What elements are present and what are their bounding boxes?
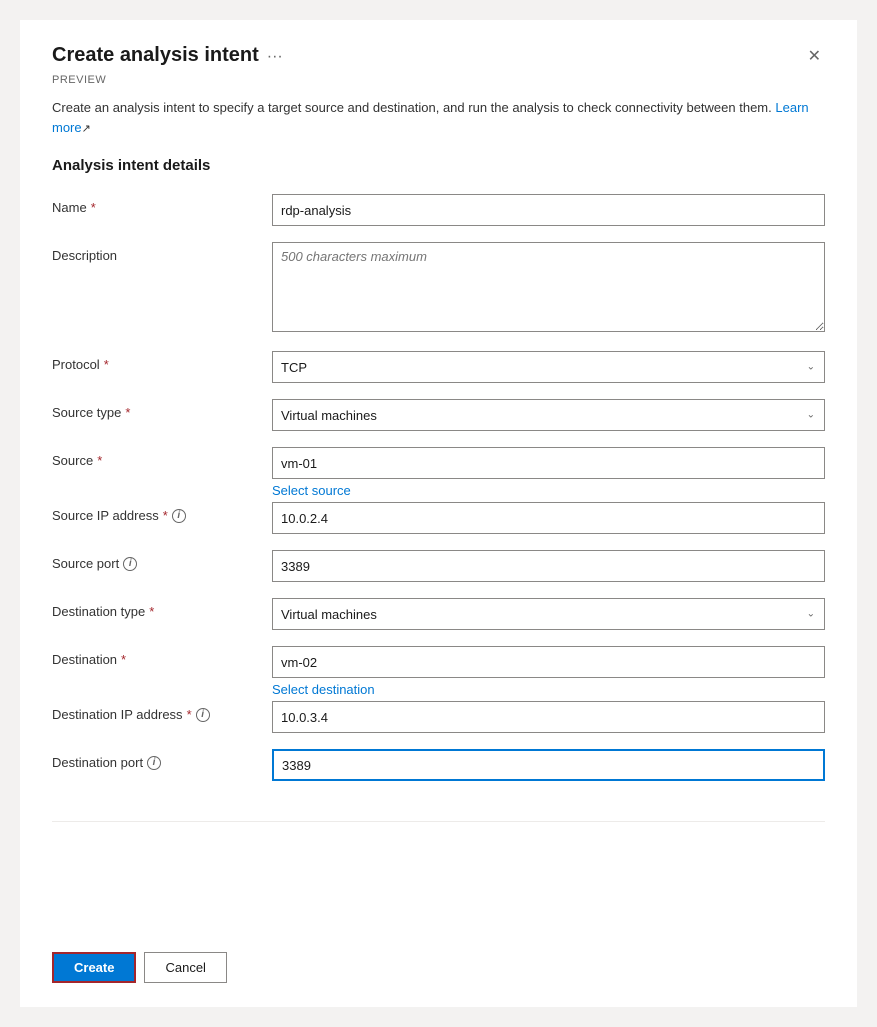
source-ip-info-icon[interactable]: i xyxy=(172,509,186,523)
destination-ip-required: * xyxy=(187,707,192,722)
select-source-link[interactable]: Select source xyxy=(272,483,351,498)
destination-type-select-wrap: Virtual machines Subnet IP address ⌄ xyxy=(272,598,825,630)
name-row: Name * xyxy=(52,194,825,226)
name-required: * xyxy=(91,200,96,215)
destination-port-label: Destination port i xyxy=(52,749,272,770)
external-link-icon: ↗ xyxy=(82,123,91,135)
close-button[interactable]: ✕ xyxy=(804,42,825,70)
name-input[interactable] xyxy=(272,194,825,226)
destination-port-input[interactable] xyxy=(272,749,825,781)
destination-ip-info-icon[interactable]: i xyxy=(196,708,210,722)
destination-label: Destination * xyxy=(52,646,272,667)
name-label: Name * xyxy=(52,194,272,215)
protocol-label: Protocol * xyxy=(52,351,272,372)
protocol-select-wrap: TCP UDP Any ⌄ xyxy=(272,351,825,383)
destination-required: * xyxy=(121,652,126,667)
footer-divider xyxy=(52,821,825,822)
source-type-select-wrap: Virtual machines Subnet IP address ⌄ xyxy=(272,399,825,431)
destination-port-info-icon[interactable]: i xyxy=(147,756,161,770)
source-ip-control-wrap xyxy=(272,502,825,534)
protocol-required: * xyxy=(104,357,109,372)
destination-port-control-wrap xyxy=(272,749,825,781)
source-port-row: Source port i xyxy=(52,550,825,582)
create-analysis-intent-panel: Create analysis intent ··· ✕ PREVIEW Cre… xyxy=(20,20,857,1007)
destination-type-control-wrap: Virtual machines Subnet IP address ⌄ xyxy=(272,598,825,630)
source-input[interactable] xyxy=(272,447,825,479)
create-button[interactable]: Create xyxy=(52,952,136,983)
destination-type-required: * xyxy=(149,604,154,619)
source-required: * xyxy=(97,453,102,468)
source-row: Source * Select source xyxy=(52,447,825,498)
protocol-row: Protocol * TCP UDP Any ⌄ xyxy=(52,351,825,383)
close-icon: ✕ xyxy=(808,48,821,65)
source-port-input[interactable] xyxy=(272,550,825,582)
cancel-button[interactable]: Cancel xyxy=(144,952,226,983)
panel-description: Create an analysis intent to specify a t… xyxy=(52,98,825,137)
source-ip-row: Source IP address * i xyxy=(52,502,825,534)
destination-control-wrap: Select destination xyxy=(272,646,825,697)
source-type-row: Source type * Virtual machines Subnet IP… xyxy=(52,399,825,431)
destination-port-row: Destination port i xyxy=(52,749,825,781)
preview-label: PREVIEW xyxy=(52,74,825,86)
section-title: Analysis intent details xyxy=(52,157,825,174)
destination-type-label: Destination type * xyxy=(52,598,272,619)
protocol-control-wrap: TCP UDP Any ⌄ xyxy=(272,351,825,383)
description-label: Description xyxy=(52,242,272,263)
source-type-select[interactable]: Virtual machines Subnet IP address xyxy=(272,399,825,431)
source-label: Source * xyxy=(52,447,272,468)
destination-type-select[interactable]: Virtual machines Subnet IP address xyxy=(272,598,825,630)
destination-ip-input[interactable] xyxy=(272,701,825,733)
source-port-info-icon[interactable]: i xyxy=(123,557,137,571)
select-destination-link[interactable]: Select destination xyxy=(272,682,375,697)
panel-title: Create analysis intent xyxy=(52,44,259,67)
more-menu-button[interactable]: ··· xyxy=(267,48,283,66)
protocol-select[interactable]: TCP UDP Any xyxy=(272,351,825,383)
source-control-wrap: Select source xyxy=(272,447,825,498)
name-control-wrap xyxy=(272,194,825,226)
destination-ip-row: Destination IP address * i xyxy=(52,701,825,733)
destination-type-row: Destination type * Virtual machines Subn… xyxy=(52,598,825,630)
source-type-label: Source type * xyxy=(52,399,272,420)
destination-ip-control-wrap xyxy=(272,701,825,733)
source-ip-label: Source IP address * i xyxy=(52,502,272,523)
source-type-required: * xyxy=(125,405,130,420)
destination-input[interactable] xyxy=(272,646,825,678)
source-ip-required: * xyxy=(163,508,168,523)
destination-row: Destination * Select destination xyxy=(52,646,825,697)
panel-title-group: Create analysis intent ··· xyxy=(52,44,283,67)
source-port-label: Source port i xyxy=(52,550,272,571)
footer: Create Cancel xyxy=(52,936,825,1007)
panel-header: Create analysis intent ··· ✕ xyxy=(52,44,825,70)
source-port-control-wrap xyxy=(272,550,825,582)
source-ip-input[interactable] xyxy=(272,502,825,534)
description-control-wrap xyxy=(272,242,825,335)
source-type-control-wrap: Virtual machines Subnet IP address ⌄ xyxy=(272,399,825,431)
description-textarea[interactable] xyxy=(272,242,825,332)
description-row: Description xyxy=(52,242,825,335)
destination-ip-label: Destination IP address * i xyxy=(52,701,272,722)
